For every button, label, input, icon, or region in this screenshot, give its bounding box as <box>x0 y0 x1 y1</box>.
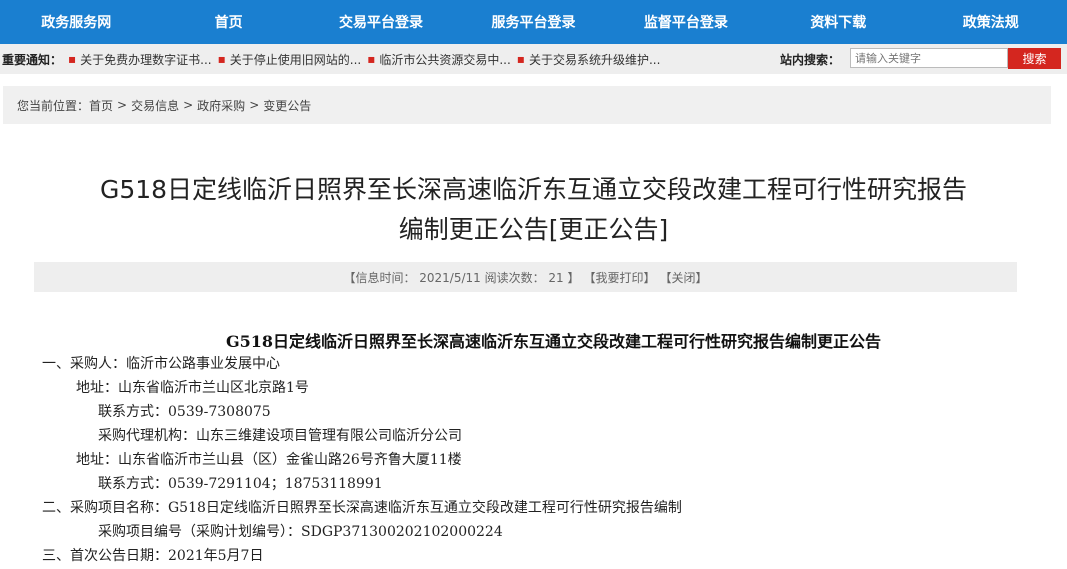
notice-item-text: 关于停止使用旧网站的... <box>229 52 362 67</box>
notice-item-text: 临沂市公共资源交易中... <box>379 52 511 67</box>
page-title: G518日定线临沂日照界至长深高速临沂东互通立交段改建工程可行性研究报告 编制更… <box>20 170 1047 250</box>
nav-item-downloads[interactable]: 资料下载 <box>762 12 914 32</box>
article-line: 采购项目编号（采购计划编号）：SDGP371300202102000224 <box>98 524 503 540</box>
breadcrumb-item-gov-procurement[interactable]: 政府采购 <box>197 97 245 114</box>
breadcrumb-item-trade-info[interactable]: 交易信息 <box>131 97 179 114</box>
page-title-line: 编制更正公告[更正公告] <box>398 215 669 244</box>
top-nav: 政务服务网 首页 交易平台登录 服务平台登录 监督平台登录 资料下载 政策法规 <box>0 0 1067 44</box>
bullet-icon: ▪ <box>217 52 226 66</box>
breadcrumb-item-home[interactable]: 首页 <box>89 97 113 114</box>
notice-label: 重要通知： <box>2 52 63 67</box>
breadcrumb-prefix: 您当前位置： <box>17 98 90 113</box>
print-link[interactable]: 【我要打印】 <box>584 269 656 286</box>
notice-item[interactable]: ▪ 关于交易系统升级维护... <box>517 51 661 68</box>
search-input[interactable] <box>850 48 1008 68</box>
article-line: 三、首次公告日期：2021年5月7日 <box>42 548 264 564</box>
breadcrumb-separator: > <box>117 98 128 112</box>
breadcrumb-item-change-notice[interactable]: 变更公告 <box>263 97 311 114</box>
notice-bar: 重要通知： ▪ 关于免费办理数字证书... ▪ 关于停止使用旧网站的... ▪ … <box>0 44 1067 74</box>
bullet-icon: ▪ <box>367 52 376 66</box>
nav-item-trade-login[interactable]: 交易平台登录 <box>305 12 457 32</box>
breadcrumb-separator: > <box>249 98 260 112</box>
article-body-title: G518日定线临沂日照界至长深高速临沂东互通立交段改建工程可行性研究报告编制更正… <box>225 332 882 351</box>
article-line: 一、采购人：临沂市公路事业发展中心 <box>42 356 280 372</box>
article-line: 地址：山东省临沂市兰山区北京路1号 <box>76 380 309 396</box>
article-line: 二、采购项目名称：G518日定线临沂日照界至长深高速临沂东互通立交段改建工程可行… <box>42 500 682 516</box>
search-label: 站内搜索： <box>780 53 841 67</box>
article-line: 地址：山东省临沂市兰山县（区）金雀山路26号齐鲁大厦11楼 <box>76 452 462 468</box>
article-line: 采购代理机构：山东三维建设项目管理有限公司临沂分公司 <box>98 428 462 444</box>
notice-item[interactable]: ▪ 临沂市公共资源交易中... <box>367 51 511 68</box>
notice-item-text: 关于交易系统升级维护... <box>528 52 661 67</box>
page-title-line: G518日定线临沂日照界至长深高速临沂东互通立交段改建工程可行性研究报告 <box>99 175 968 204</box>
bullet-icon: ▪ <box>516 52 525 66</box>
search-button[interactable]: 搜索 <box>1008 48 1061 69</box>
nav-item-home[interactable]: 首页 <box>152 12 304 32</box>
article-info-time: 【信息时间： 2021/5/11 阅读次数： 21 】 <box>343 270 580 285</box>
article-line: 联系方式：0539-7291104；18753118991 <box>98 476 383 492</box>
article-line: 联系方式：0539-7308075 <box>98 404 271 420</box>
breadcrumb-separator: > <box>183 98 194 112</box>
bullet-icon: ▪ <box>68 52 77 66</box>
article-info-bar: 【信息时间： 2021/5/11 阅读次数： 21 】 【我要打印】 【关闭】 <box>34 262 1017 292</box>
nav-item-policy[interactable]: 政策法规 <box>915 12 1067 32</box>
notice-item[interactable]: ▪ 关于免费办理数字证书... <box>68 51 212 68</box>
notice-list: ▪ 关于免费办理数字证书... ▪ 关于停止使用旧网站的... ▪ 临沂市公共资… <box>62 51 660 68</box>
notice-item[interactable]: ▪ 关于停止使用旧网站的... <box>218 51 362 68</box>
breadcrumb: 您当前位置： 首页 > 交易信息 > 政府采购 > 变更公告 <box>3 86 1051 124</box>
nav-item-service-login[interactable]: 服务平台登录 <box>457 12 609 32</box>
nav-item-supervise-login[interactable]: 监督平台登录 <box>610 12 762 32</box>
close-link[interactable]: 【关闭】 <box>660 269 708 286</box>
nav-item-gov-service[interactable]: 政务服务网 <box>0 12 152 32</box>
notice-item-text: 关于免费办理数字证书... <box>80 52 212 67</box>
